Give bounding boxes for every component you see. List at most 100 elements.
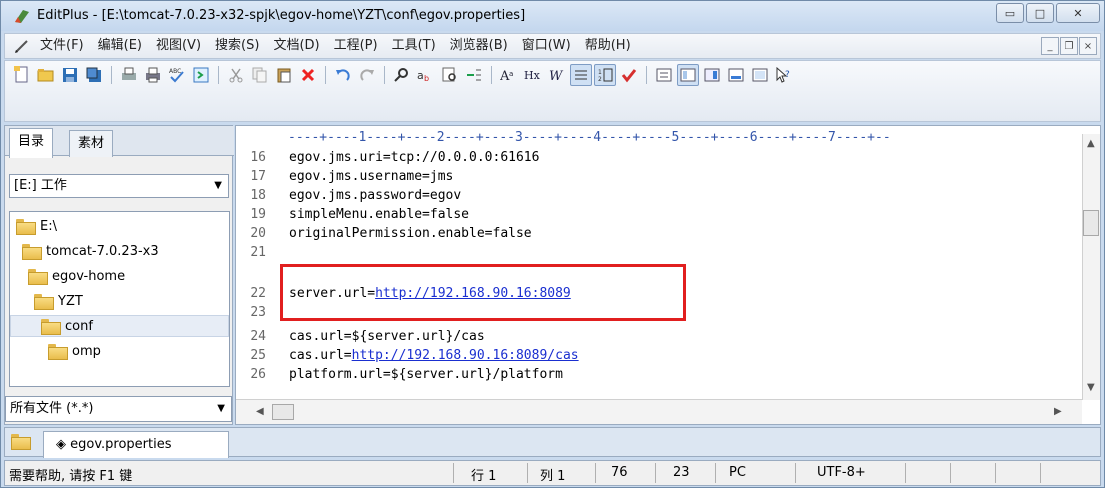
checkmark-icon[interactable] (618, 64, 640, 86)
menu-file[interactable]: 文件(F) (33, 35, 91, 57)
file-filter-dropdown[interactable]: 所有文件 (*.*) ▼ (5, 396, 232, 422)
toolbar-separator (218, 66, 219, 84)
scroll-right-arrow-icon[interactable]: ▶ (1054, 406, 1062, 417)
tab-directory[interactable]: 目录 (9, 128, 54, 158)
open-folder-icon[interactable] (35, 64, 57, 86)
menu-window[interactable]: 窗口(W) (515, 35, 578, 57)
output-window-icon[interactable] (725, 64, 747, 86)
toolbar-separator (491, 66, 492, 84)
document-pen-icon[interactable] (11, 36, 33, 56)
drive-dropdown[interactable]: [E:] 工作 ▼ (9, 174, 229, 198)
word-wrap-icon[interactable]: W (546, 64, 568, 86)
toolbar-separator (111, 66, 112, 84)
spellcheck-icon[interactable]: ABC (166, 64, 188, 86)
folder-icon (48, 344, 68, 360)
status-divider (795, 463, 796, 483)
horizontal-scroll-thumb[interactable] (272, 404, 294, 420)
line-text: egov.jms.username=jms (289, 169, 454, 184)
replace-icon[interactable]: ab (415, 64, 437, 86)
status-divider (655, 463, 656, 483)
scroll-left-arrow-icon[interactable]: ◀ (256, 406, 264, 417)
cas-url-link[interactable]: http://192.168.90.16:8089/cas (352, 348, 579, 363)
find-icon[interactable] (391, 64, 413, 86)
title-bar: EditPlus - [E:\tomcat-7.0.23-x32-spjk\eg… (1, 1, 1104, 31)
line-number: 22 (250, 286, 266, 301)
minimize-button[interactable]: ▭ (996, 3, 1024, 23)
tree-item-e-drive[interactable]: E:\ (16, 215, 57, 237)
menu-view[interactable]: 视图(V) (149, 35, 208, 57)
svg-text:b: b (424, 74, 429, 83)
document-tab-egov-properties[interactable]: ◈ egov.properties (43, 431, 229, 458)
editplus-app-icon (15, 10, 29, 23)
find-in-files-icon[interactable] (439, 64, 461, 86)
maximize-button[interactable]: □ (1026, 3, 1054, 23)
mdi-minimize-button[interactable]: _ (1041, 37, 1059, 55)
vertical-scrollbar[interactable]: ▲ ▼ (1082, 134, 1100, 400)
menu-document[interactable]: 文档(D) (266, 35, 326, 57)
menu-search[interactable]: 搜索(S) (208, 35, 266, 57)
tab-cliptext[interactable]: 素材 (69, 130, 114, 157)
goto-line-icon[interactable] (463, 64, 485, 86)
cut-icon[interactable] (225, 64, 247, 86)
status-divider (595, 463, 596, 483)
browser-preview-icon[interactable] (190, 64, 212, 86)
status-divider (950, 463, 951, 483)
cliptext-icon[interactable] (701, 64, 723, 86)
redo-icon[interactable] (356, 64, 378, 86)
folder-icon[interactable] (11, 434, 31, 450)
scroll-up-arrow-icon[interactable]: ▲ (1087, 138, 1095, 149)
chevron-down-icon: ▼ (214, 180, 222, 191)
folder-icon (34, 294, 54, 310)
horizontal-scrollbar[interactable]: ◀ ▶ (236, 399, 1082, 424)
chevron-down-icon: ▼ (217, 403, 225, 414)
svg-text:W: W (549, 69, 564, 83)
document-tab-bar: ◈ egov.properties (4, 427, 1101, 458)
scroll-down-arrow-icon[interactable]: ▼ (1087, 382, 1095, 393)
menu-tools[interactable]: 工具(T) (385, 35, 443, 57)
list-icon[interactable] (653, 64, 675, 86)
window-title: EditPlus - [E:\tomcat-7.0.23-x32-spjk\eg… (37, 8, 526, 23)
full-screen-icon[interactable] (749, 64, 771, 86)
open-folder-icon (41, 319, 61, 335)
new-file-icon[interactable] (11, 64, 33, 86)
column-ruler: ----+----1----+----2----+----3----+----4… (288, 130, 891, 145)
save-all-icon[interactable] (83, 64, 105, 86)
svg-text:ABC: ABC (169, 68, 181, 75)
tree-item-omp[interactable]: omp (48, 340, 101, 362)
toolbar-separator (646, 66, 647, 84)
menu-browser[interactable]: 浏览器(B) (443, 35, 515, 57)
html-heading-icon[interactable]: Hx (522, 64, 544, 86)
close-button[interactable]: ✕ (1056, 3, 1100, 23)
copy-icon[interactable] (249, 64, 271, 86)
paste-icon[interactable] (273, 64, 295, 86)
line-number-toggle-icon[interactable] (570, 64, 592, 86)
print-icon[interactable] (142, 64, 164, 86)
context-help-icon[interactable]: ? (773, 64, 795, 86)
line-number: 20 (250, 226, 266, 241)
tree-item-yzt[interactable]: YZT (34, 290, 83, 312)
editor-area[interactable]: ----+----1----+----2----+----3----+----4… (235, 125, 1101, 425)
ruler-toggle-icon[interactable]: 12 (594, 64, 616, 86)
status-divider (1040, 463, 1041, 483)
mdi-restore-button[interactable]: ❐ (1060, 37, 1078, 55)
tree-item-egov-home[interactable]: egov-home (28, 265, 125, 287)
folder-icon (28, 269, 48, 285)
tree-item-tomcat[interactable]: tomcat-7.0.23-x3 (22, 240, 159, 262)
print-preview-icon[interactable] (118, 64, 140, 86)
save-icon[interactable] (59, 64, 81, 86)
file-filter-value: 所有文件 (*.*) (10, 401, 94, 416)
sidebar-tabs: 目录 素材 (5, 126, 234, 158)
font-icon[interactable]: Aa (498, 64, 520, 86)
menu-project[interactable]: 工程(P) (327, 35, 385, 57)
menu-help[interactable]: 帮助(H) (578, 35, 638, 57)
status-divider (905, 463, 906, 483)
menu-edit[interactable]: 编辑(E) (91, 35, 149, 57)
delete-icon[interactable] (297, 64, 319, 86)
undo-icon[interactable] (332, 64, 354, 86)
directory-window-icon[interactable] (677, 64, 699, 86)
vertical-scroll-thumb[interactable] (1083, 210, 1099, 236)
tree-item-conf[interactable]: conf (10, 315, 229, 337)
status-encoding: UTF-8+ (817, 465, 866, 480)
line-text: egov.jms.password=egov (289, 188, 462, 203)
mdi-close-button[interactable]: × (1079, 37, 1097, 55)
